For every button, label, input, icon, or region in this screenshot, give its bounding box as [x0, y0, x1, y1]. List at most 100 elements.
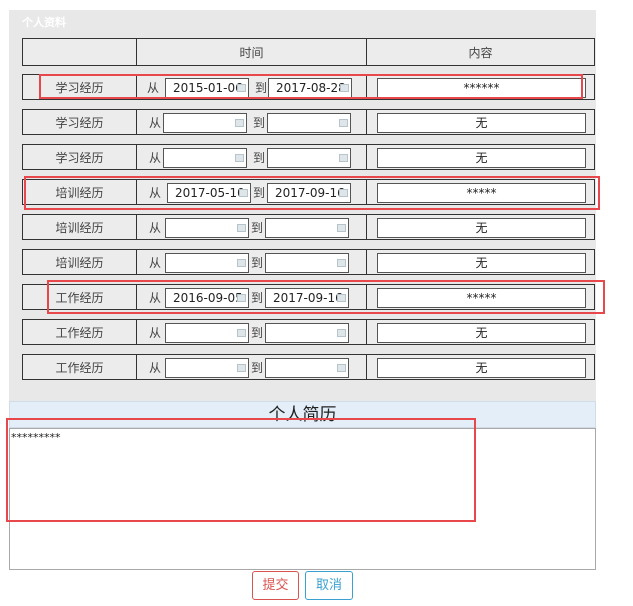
calendar-icon[interactable] — [237, 84, 246, 92]
end-date-value: 2017-09-16 — [275, 186, 345, 200]
table-row: 学习经历从 2015-01-06 到 2017-08-28 ****** — [22, 74, 595, 102]
calendar-icon[interactable] — [237, 329, 246, 337]
to-label: 到 — [253, 151, 266, 165]
calendar-icon[interactable] — [237, 259, 246, 267]
to-label: 到 — [251, 256, 264, 270]
row-type-label: 培训经历 — [22, 249, 137, 275]
from-label: 从 — [149, 186, 162, 200]
end-date-input[interactable]: 2017-09-16 — [267, 183, 351, 203]
row-time-cell: 从到 — [136, 354, 367, 380]
row-time-cell: 从到 — [136, 249, 367, 275]
content-input[interactable]: 无 — [377, 253, 586, 273]
content-input[interactable]: ***** — [377, 288, 586, 308]
row-time-cell: 从 2016-09-05 到 2017-09-16 — [136, 284, 367, 310]
table-row: 培训经历从到无 — [22, 214, 595, 242]
to-label: 到 — [251, 326, 264, 340]
calendar-icon[interactable] — [340, 84, 349, 92]
row-content-cell: 无 — [366, 249, 595, 275]
start-date-input[interactable] — [165, 358, 249, 378]
content-input[interactable]: ****** — [377, 78, 586, 98]
end-date-input[interactable] — [265, 323, 349, 343]
content-input[interactable]: 无 — [377, 113, 586, 133]
table-row: 培训经历从 2017-05-10 到 2017-09-16 ***** — [22, 179, 595, 207]
end-date-value: 2017-09-16 — [273, 291, 343, 305]
start-date-input[interactable] — [163, 113, 247, 133]
calendar-icon[interactable] — [339, 154, 348, 162]
calendar-icon[interactable] — [337, 259, 346, 267]
header-type — [22, 38, 137, 66]
row-type-label: 学习经历 — [22, 144, 137, 170]
content-input[interactable]: 无 — [377, 323, 586, 343]
row-time-cell: 从到 — [136, 109, 367, 135]
cancel-button[interactable]: 取消 — [305, 571, 353, 600]
calendar-icon[interactable] — [337, 224, 346, 232]
row-content-cell: 无 — [366, 144, 595, 170]
end-date-input[interactable] — [267, 148, 351, 168]
calendar-icon[interactable] — [337, 329, 346, 337]
row-content-cell: ***** — [366, 284, 595, 310]
row-time-cell: 从到 — [136, 319, 367, 345]
header-content: 内容 — [366, 38, 595, 66]
row-time-cell: 从到 — [136, 214, 367, 240]
row-content-cell: 无 — [366, 354, 595, 380]
calendar-icon[interactable] — [339, 119, 348, 127]
to-label: 到 — [253, 116, 266, 130]
end-date-value: 2017-08-28 — [276, 81, 346, 95]
submit-button[interactable]: 提交 — [252, 571, 299, 600]
row-content-cell: 无 — [366, 109, 595, 135]
content-input[interactable]: 无 — [377, 218, 586, 238]
calendar-icon[interactable] — [239, 189, 248, 197]
table-row: 工作经历从到无 — [22, 354, 595, 382]
row-type-label: 培训经历 — [22, 179, 137, 205]
table-row: 工作经历从到无 — [22, 319, 595, 347]
end-date-input[interactable]: 2017-08-28 — [268, 78, 352, 98]
calendar-icon[interactable] — [235, 154, 244, 162]
start-date-value: 2017-05-10 — [175, 186, 245, 200]
row-content-cell: 无 — [366, 214, 595, 240]
content-input[interactable]: ***** — [377, 183, 586, 203]
table-row: 工作经历从 2016-09-05 到 2017-09-16 ***** — [22, 284, 595, 312]
row-type-label: 工作经历 — [22, 319, 137, 345]
panel-title: 个人资料 — [22, 16, 66, 29]
start-date-input[interactable] — [163, 148, 247, 168]
start-date-input[interactable]: 2015-01-06 — [165, 78, 249, 98]
start-date-input[interactable] — [165, 323, 249, 343]
calendar-icon[interactable] — [337, 364, 346, 372]
calendar-icon[interactable] — [237, 224, 246, 232]
to-label: 到 — [255, 81, 268, 95]
table-row: 学习经历从到无 — [22, 109, 595, 137]
to-label: 到 — [253, 186, 266, 200]
row-type-label: 培训经历 — [22, 214, 137, 240]
calendar-icon[interactable] — [237, 364, 246, 372]
from-label: 从 — [147, 81, 160, 95]
resume-textarea[interactable]: ********* — [9, 428, 596, 570]
from-label: 从 — [149, 361, 162, 375]
end-date-input[interactable] — [265, 358, 349, 378]
start-date-input[interactable] — [165, 218, 249, 238]
calendar-icon[interactable] — [237, 294, 246, 302]
start-date-value: 2016-09-05 — [173, 291, 243, 305]
table-header: 时间 内容 — [22, 38, 595, 66]
start-date-input[interactable]: 2017-05-10 — [167, 183, 251, 203]
content-input[interactable]: 无 — [377, 358, 586, 378]
row-content-cell: ***** — [366, 179, 595, 205]
row-type-label: 学习经历 — [22, 74, 137, 100]
from-label: 从 — [149, 116, 162, 130]
row-time-cell: 从 2015-01-06 到 2017-08-28 — [136, 74, 367, 100]
end-date-input[interactable] — [265, 253, 349, 273]
row-type-label: 工作经历 — [22, 284, 137, 310]
table-row: 学习经历从 到 无 — [22, 144, 595, 172]
start-date-input[interactable]: 2016-09-05 — [165, 288, 249, 308]
resume-header: 个人简历 — [9, 401, 596, 428]
header-time: 时间 — [136, 38, 367, 66]
end-date-input[interactable]: 2017-09-16 — [265, 288, 349, 308]
content-input[interactable]: 无 — [377, 148, 586, 168]
to-label: 到 — [251, 361, 264, 375]
from-label: 从 — [149, 151, 162, 165]
calendar-icon[interactable] — [337, 294, 346, 302]
end-date-input[interactable] — [267, 113, 351, 133]
calendar-icon[interactable] — [339, 189, 348, 197]
end-date-input[interactable] — [265, 218, 349, 238]
start-date-input[interactable] — [165, 253, 249, 273]
calendar-icon[interactable] — [235, 119, 244, 127]
